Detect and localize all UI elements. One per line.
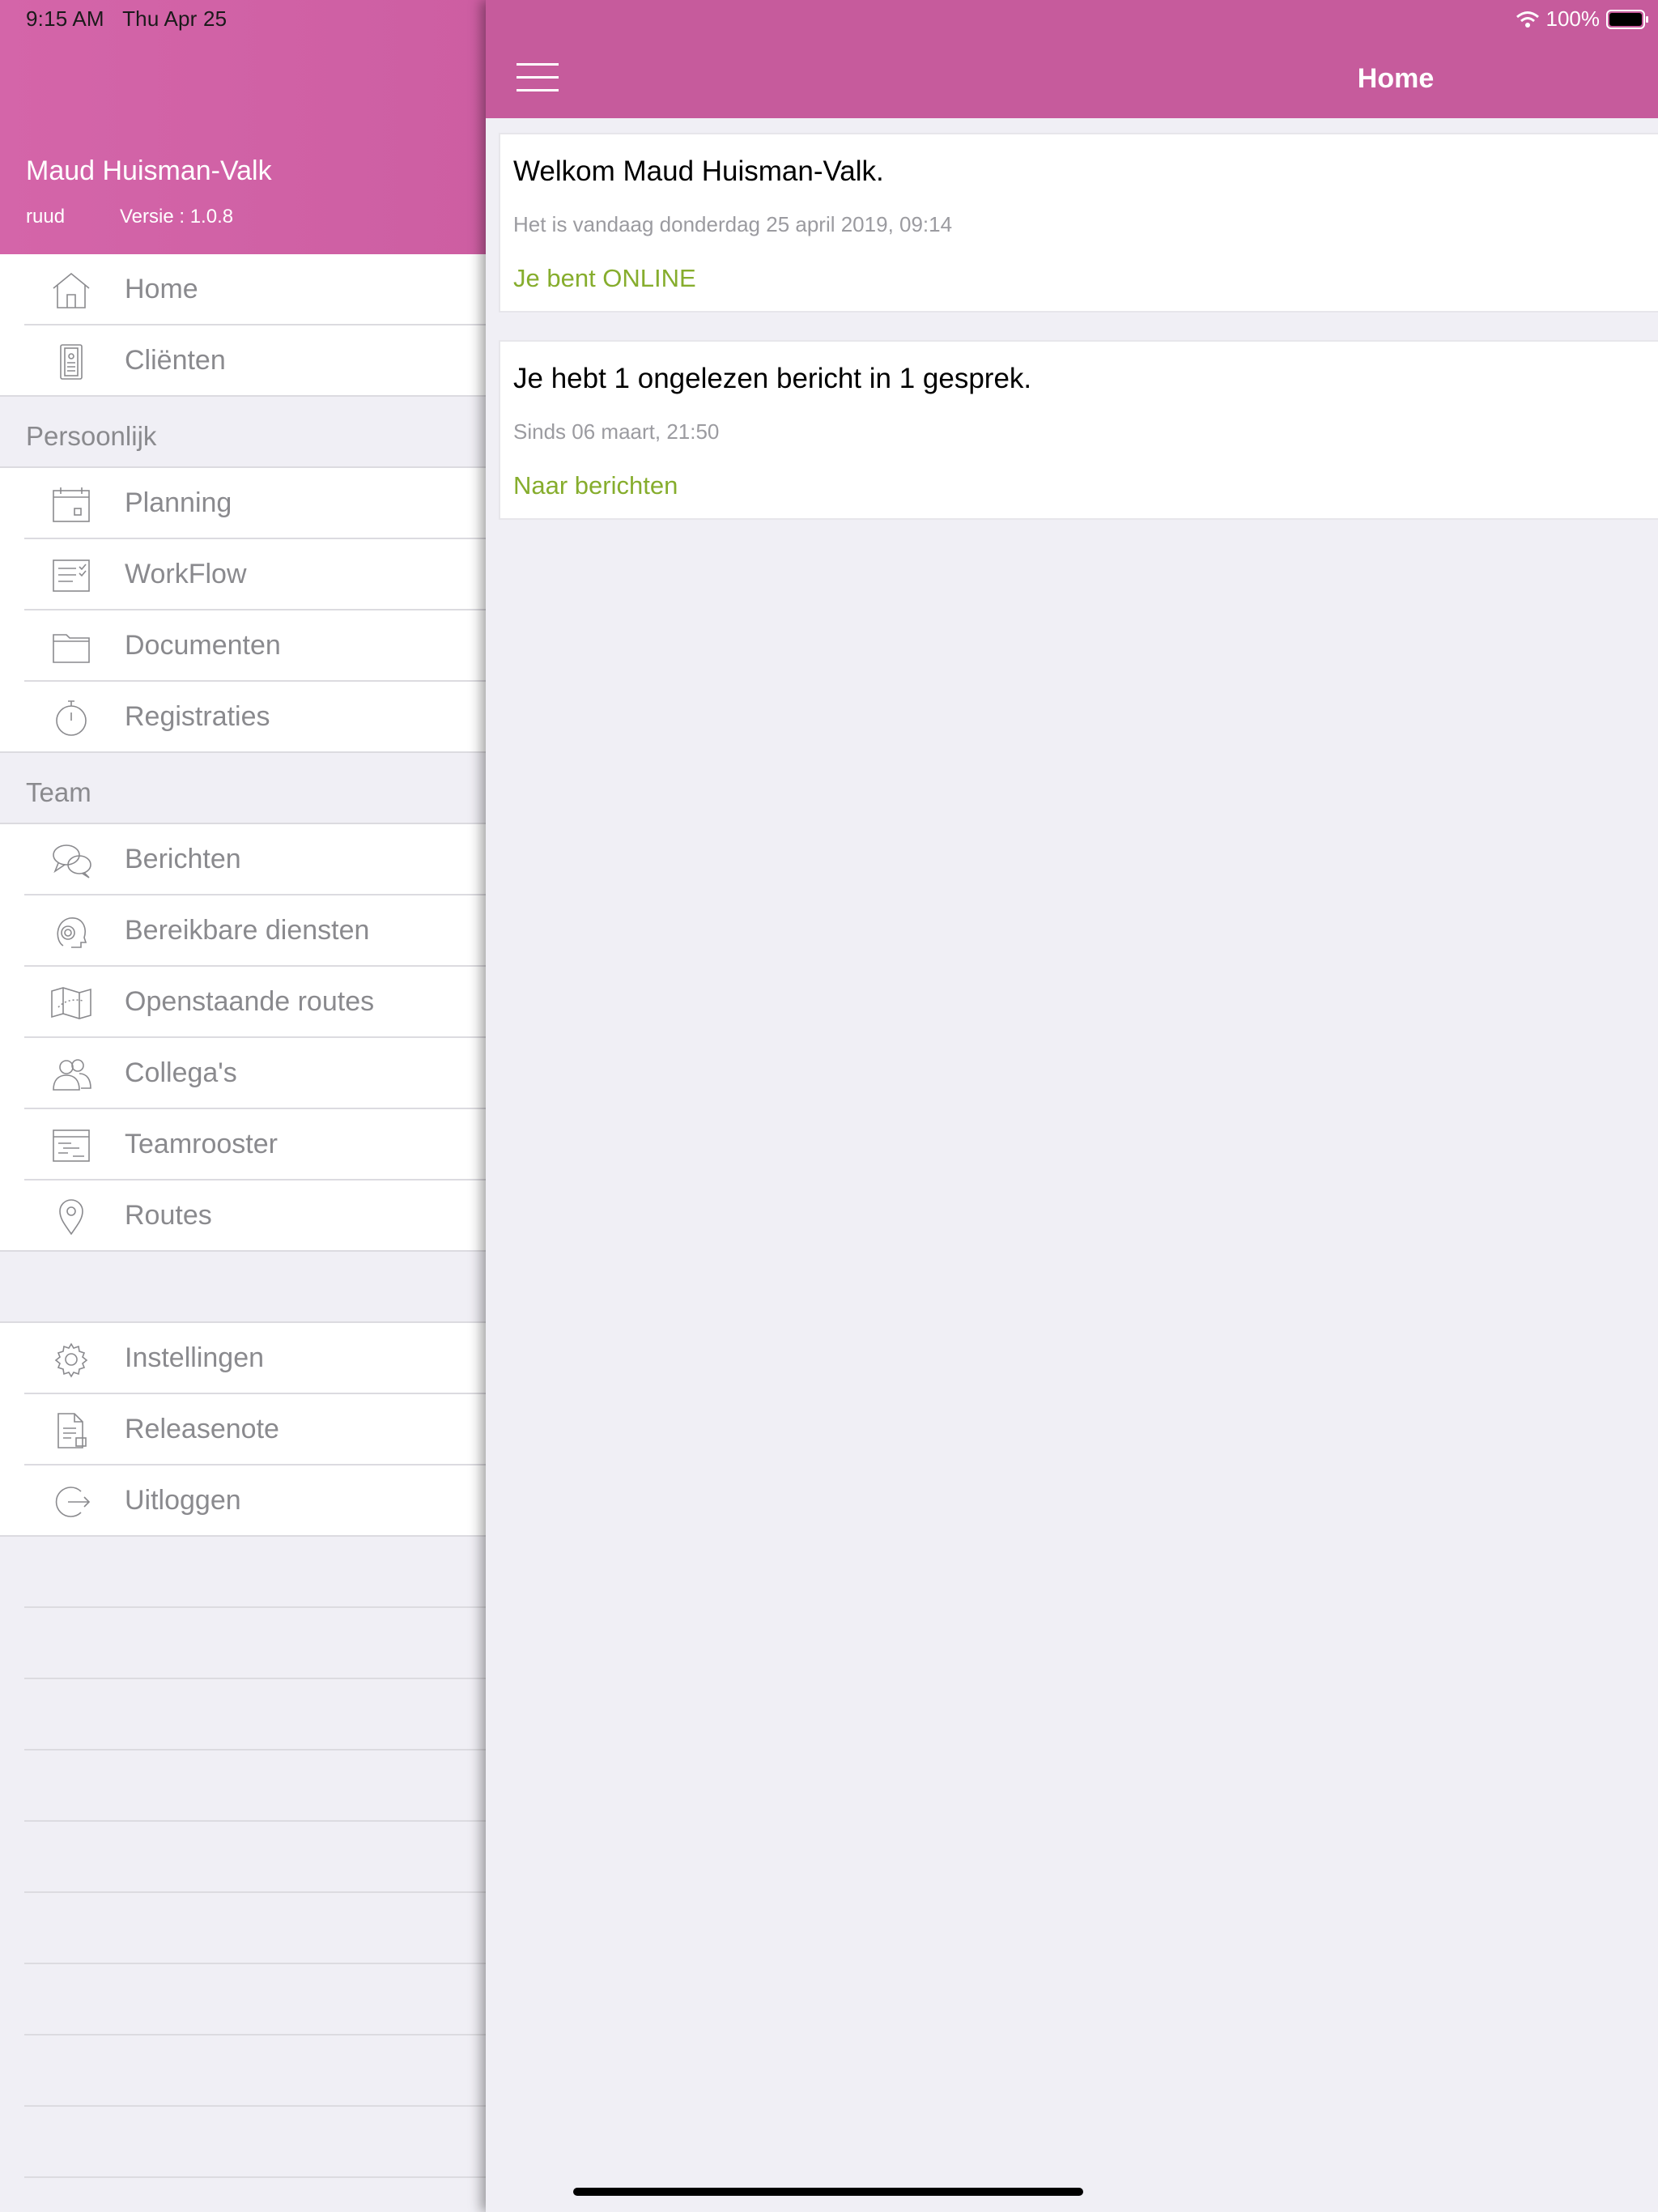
menu-label: Instellingen <box>125 1342 265 1373</box>
battery-percentage: 100% <box>1545 6 1601 31</box>
status-indicators: 100% <box>1516 6 1651 32</box>
menu-label: Berichten <box>125 844 241 874</box>
chat-bubbles-icon <box>47 840 96 881</box>
menu-item-collegas[interactable]: Collega's <box>0 1038 486 1109</box>
roster-icon <box>47 1125 96 1166</box>
menu-item-openstaande-routes[interactable]: Openstaande routes <box>0 967 486 1038</box>
menu-item-berichten[interactable]: Berichten <box>0 824 486 895</box>
menu-label: Routes <box>125 1200 212 1231</box>
profile-header: 9:15 AM Thu Apr 25 Maud Huisman-Valk ruu… <box>0 0 486 254</box>
stopwatch-icon <box>47 698 96 738</box>
map-icon <box>47 983 96 1023</box>
current-date-text: Het is vandaag donderdag 25 april 2019, … <box>513 212 953 236</box>
welcome-title: Welkom Maud Huisman-Valk. <box>513 155 884 187</box>
messages-card: Je hebt 1 ongelezen bericht in 1 gesprek… <box>499 340 1658 520</box>
menu-spacer <box>0 1252 486 1323</box>
menu-label: Home <box>125 274 198 304</box>
page-title: Home <box>1357 63 1435 94</box>
menu-item-clienten[interactable]: Cliënten <box>0 325 486 397</box>
document-icon <box>47 1410 96 1451</box>
menu-label: Documenten <box>125 630 281 661</box>
menu-item-routes[interactable]: Routes <box>0 1180 486 1252</box>
section-header-persoonlijk: Persoonlijk <box>0 397 486 468</box>
side-menu: 9:15 AM Thu Apr 25 Maud Huisman-Valk ruu… <box>0 0 486 2212</box>
home-indicator[interactable] <box>573 2188 1083 2196</box>
menu-group-team: Berichten Bereikbare diensten Openstaand… <box>0 824 486 1252</box>
menu-label: WorkFlow <box>125 559 247 589</box>
navigation-bar: Home 100% <box>486 0 1658 118</box>
unread-messages-title: Je hebt 1 ongelezen bericht in 1 gesprek… <box>513 363 1032 394</box>
status-time: 9:15 AM Thu Apr 25 <box>26 6 227 31</box>
client-badge-icon <box>47 342 96 382</box>
menu-label: Collega's <box>125 1057 237 1088</box>
battery-icon <box>1606 9 1648 29</box>
menu-item-teamrooster[interactable]: Teamrooster <box>0 1109 486 1180</box>
wifi-icon <box>1516 11 1539 28</box>
menu-item-releasenote[interactable]: Releasenote <box>0 1394 486 1465</box>
menu-label: Uitloggen <box>125 1485 241 1516</box>
menu-group-main: Home Cliënten <box>0 254 486 397</box>
headset-icon <box>47 912 96 952</box>
menu-item-workflow[interactable]: WorkFlow <box>0 539 486 610</box>
hamburger-menu-icon[interactable] <box>517 63 559 92</box>
empty-list-rows <box>0 1537 486 2178</box>
home-icon <box>47 270 96 311</box>
menu-item-home[interactable]: Home <box>0 254 486 325</box>
menu-label: Registraties <box>125 701 270 732</box>
welcome-card: Welkom Maud Huisman-Valk. Het is vandaag… <box>499 133 1658 313</box>
menu-item-documenten[interactable]: Documenten <box>0 610 486 682</box>
menu-item-uitloggen[interactable]: Uitloggen <box>0 1465 486 1537</box>
home-panel: Home 100% Welkom Maud Huisman-Valk. Het … <box>486 0 1658 2212</box>
menu-item-planning[interactable]: Planning <box>0 468 486 539</box>
menu-group-settings: Instellingen Releasenote Uitloggen <box>0 1323 486 1537</box>
online-status-link[interactable]: Je bent ONLINE <box>513 264 696 293</box>
gear-icon <box>47 1339 96 1380</box>
people-icon <box>47 1054 96 1095</box>
unread-since-text: Sinds 06 maart, 21:50 <box>513 419 720 444</box>
menu-item-instellingen[interactable]: Instellingen <box>0 1323 486 1394</box>
menu-item-bereikbare-diensten[interactable]: Bereikbare diensten <box>0 895 486 967</box>
menu-label: Cliënten <box>125 345 226 376</box>
go-to-messages-link[interactable]: Naar berichten <box>513 471 678 500</box>
menu-label: Openstaande routes <box>125 986 375 1017</box>
calendar-icon <box>47 484 96 525</box>
menu-label: Planning <box>125 487 232 518</box>
menu-label: Teamrooster <box>125 1129 278 1159</box>
menu-label: Bereikbare diensten <box>125 915 370 946</box>
logout-icon <box>47 1482 96 1522</box>
profile-name: Maud Huisman-Valk <box>26 155 272 186</box>
menu-list: Home Cliënten Persoonlijk Planning WorkF… <box>0 254 486 2178</box>
section-header-team: Team <box>0 753 486 824</box>
menu-group-persoonlijk: Planning WorkFlow Documenten Registratie… <box>0 468 486 753</box>
app-version: Versie : 1.0.8 <box>120 206 234 228</box>
folder-icon <box>47 627 96 667</box>
menu-label: Releasenote <box>125 1414 279 1444</box>
checklist-icon <box>47 555 96 596</box>
profile-username: ruud <box>26 206 66 228</box>
location-pin-icon <box>47 1197 96 1237</box>
menu-item-registraties[interactable]: Registraties <box>0 682 486 753</box>
